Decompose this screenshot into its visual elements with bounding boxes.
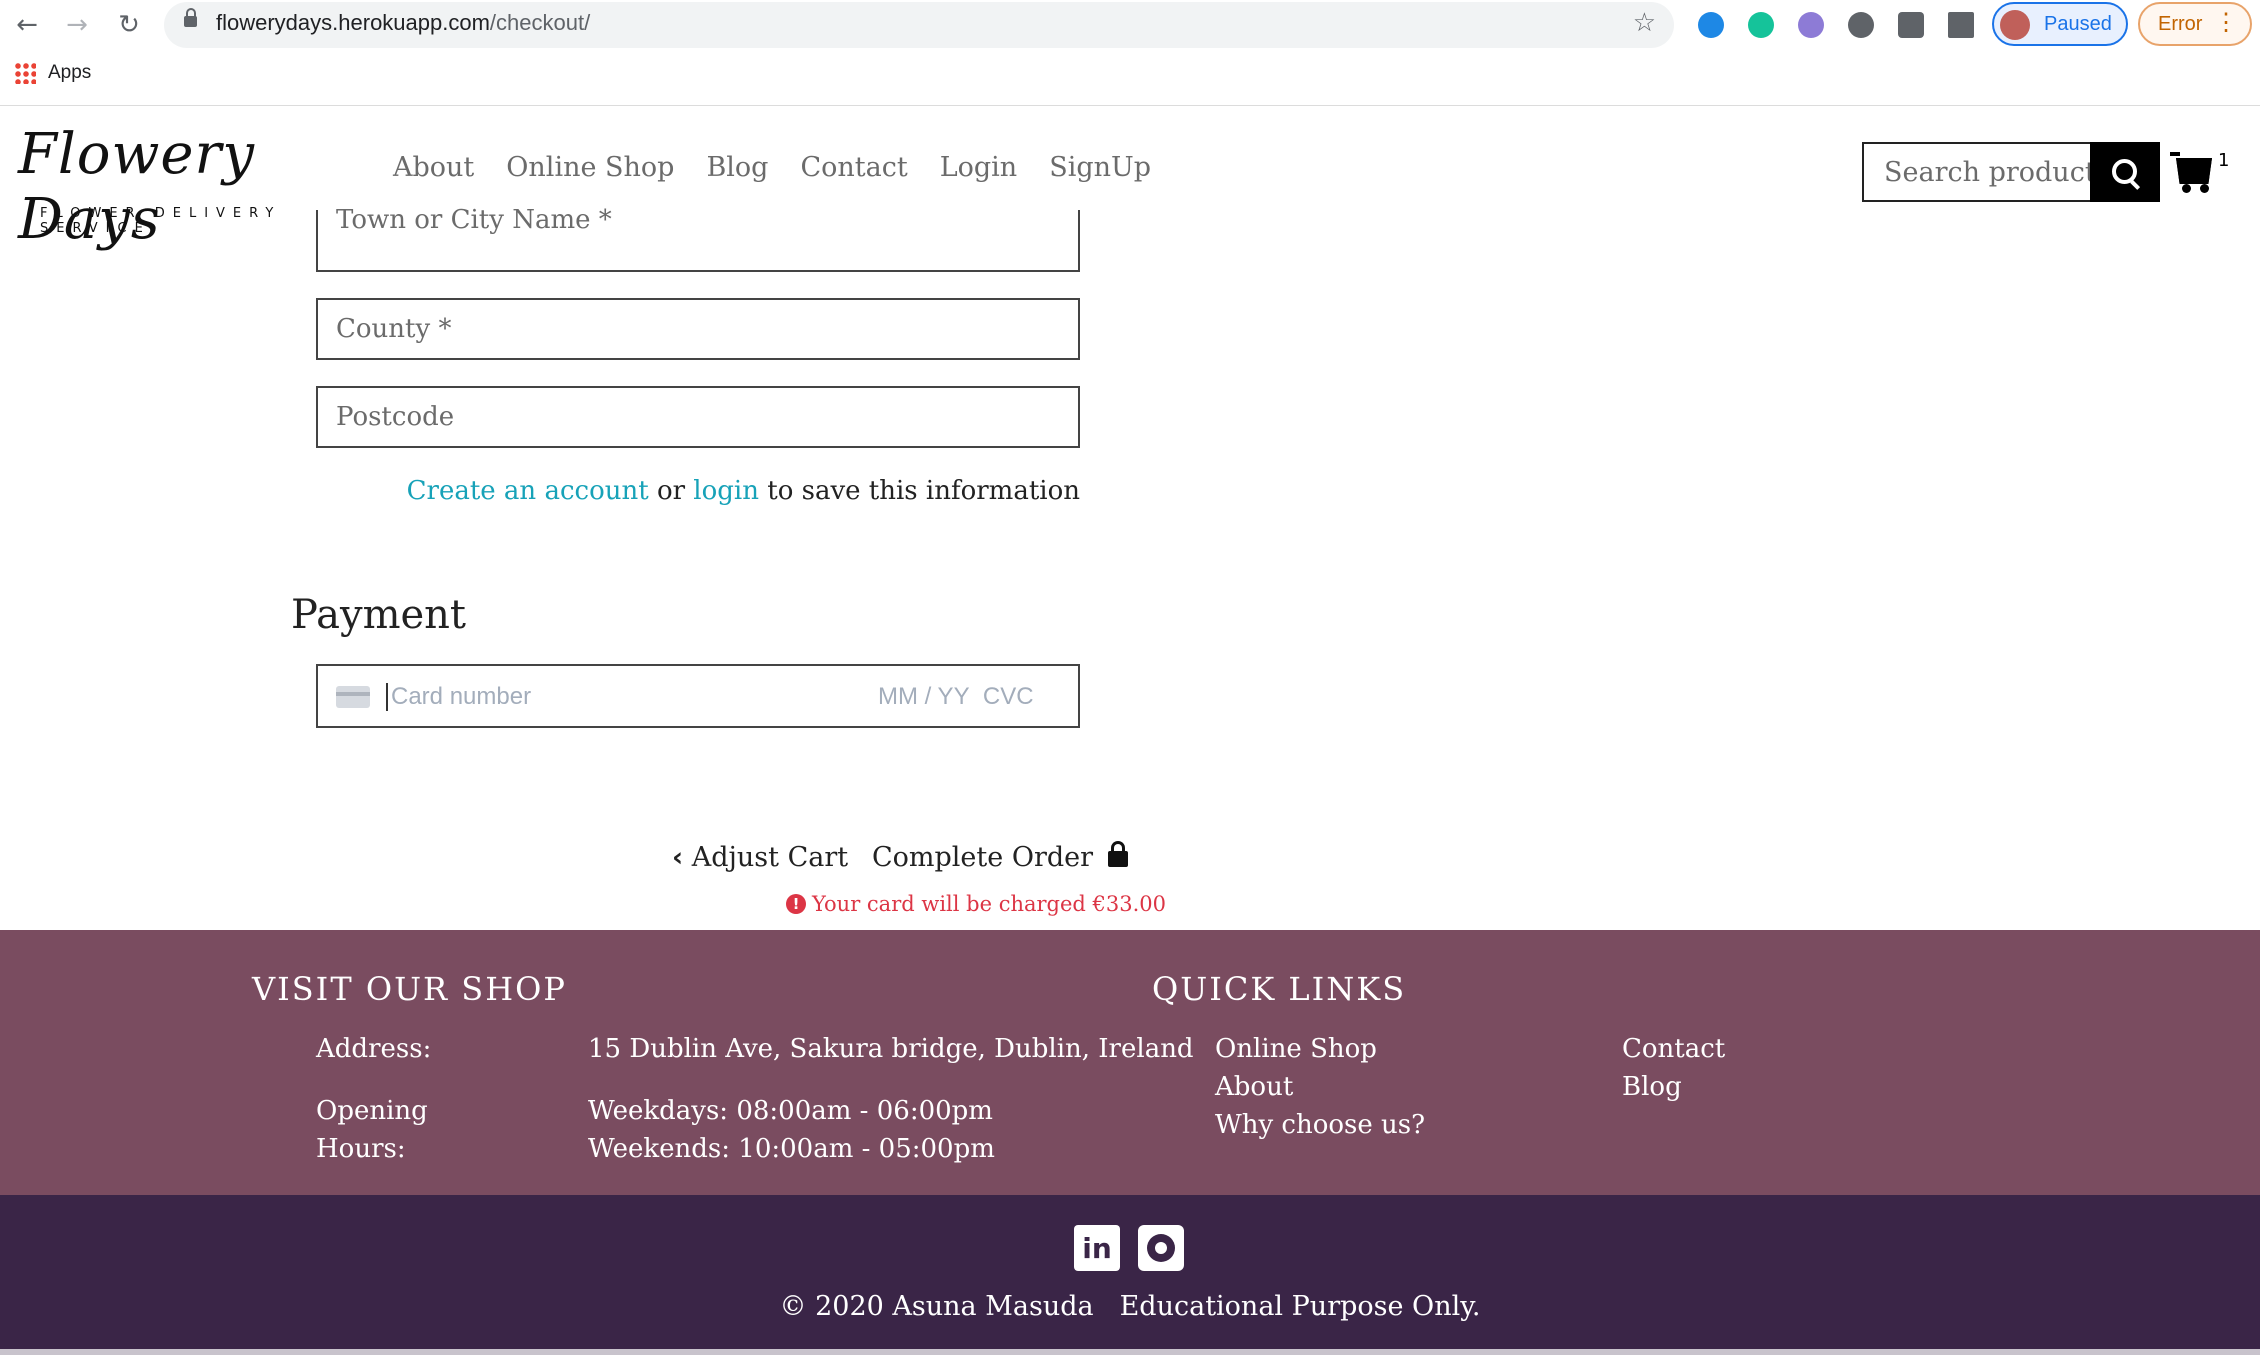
hours-label-1: Opening xyxy=(316,1096,428,1126)
quick-links-heading: QUICK LINKS xyxy=(1152,970,1407,1008)
save-info-line: Create an account or login to save this … xyxy=(316,476,1080,506)
save-or: or xyxy=(656,476,686,506)
reload-icon[interactable]: ↻ xyxy=(112,8,146,42)
footer-bottom: in © 2020 Asuna Masuda Educational Purpos… xyxy=(0,1195,2260,1355)
padlock-icon xyxy=(1107,841,1128,867)
cart-wheel xyxy=(2182,184,2191,193)
back-arrow-icon[interactable]: ← xyxy=(10,8,44,42)
nav-signup[interactable]: SignUp xyxy=(1049,152,1151,183)
main-nav: About Online Shop Blog Contact Login Sig… xyxy=(393,152,1151,183)
search-icon xyxy=(2112,159,2137,184)
hours-weekdays: Weekdays: 08:00am - 06:00pm xyxy=(588,1096,993,1126)
payment-heading: Payment xyxy=(291,592,466,638)
hours-weekends: Weekends: 10:00am - 05:00pm xyxy=(588,1134,995,1164)
url-text[interactable]: flowerydays.herokuapp.com/checkout/ xyxy=(216,10,590,36)
kebab-menu-icon: ⋮ xyxy=(2214,9,2238,36)
error-label: Error xyxy=(2158,13,2203,35)
apps-grid-icon xyxy=(14,62,36,84)
github-icon[interactable] xyxy=(1138,1225,1184,1271)
copyright-line: © 2020 Asuna Masuda Educational Purpose O… xyxy=(0,1291,2260,1322)
cart-wheel xyxy=(2200,184,2209,193)
url-host: flowerydays.herokuapp.com xyxy=(216,10,490,35)
charge-notice: ! Your card will be charged €33.00 xyxy=(786,892,1166,916)
browser-toolbar: ← → ↻ flowerydays.herokuapp.com/checkout… xyxy=(0,0,2260,106)
hours-label-2: Hours: xyxy=(316,1134,406,1164)
footer-link-about[interactable]: About xyxy=(1215,1068,1293,1106)
search-button[interactable] xyxy=(2090,142,2160,202)
nav-about[interactable]: About xyxy=(393,152,474,183)
search-input[interactable] xyxy=(1864,144,2124,200)
save-suffix: to save this information xyxy=(767,476,1080,506)
card-number-placeholder[interactable]: Card number xyxy=(386,683,531,711)
exclamation-circle-icon: ! xyxy=(786,894,806,914)
profile-button[interactable]: Paused xyxy=(1992,2,2128,46)
avatar xyxy=(2000,10,2030,40)
town-field xyxy=(316,190,1080,272)
reading-list-icon[interactable] xyxy=(1948,12,1974,38)
credit-card-icon xyxy=(336,686,370,708)
grammarly-icon[interactable] xyxy=(1748,12,1774,38)
nav-contact[interactable]: Contact xyxy=(800,152,907,183)
lock-icon xyxy=(184,8,197,27)
linkedin-icon[interactable]: in xyxy=(1074,1225,1120,1271)
postcode-field xyxy=(316,386,1080,448)
footer-link-online-shop[interactable]: Online Shop xyxy=(1215,1030,1377,1068)
cvc-placeholder: CVC xyxy=(982,683,1034,710)
login-link[interactable]: login xyxy=(693,476,759,506)
nav-login[interactable]: Login xyxy=(940,152,1018,183)
forward-arrow-icon[interactable]: → xyxy=(60,8,94,42)
cart-handle xyxy=(2170,152,2180,156)
adjust-cart-button[interactable]: ‹ Adjust Cart xyxy=(672,842,848,873)
copyright-text: © 2020 Asuna Masuda xyxy=(779,1291,1094,1322)
visit-heading: VISIT OUR SHOP xyxy=(252,970,567,1008)
complete-order-button[interactable]: Complete Order xyxy=(872,841,1128,873)
footer-top: VISIT OUR SHOP Address: 15 Dublin Ave, S… xyxy=(0,930,2260,1195)
profile-status: Paused xyxy=(2044,13,2112,35)
county-input[interactable] xyxy=(318,300,1078,358)
footer-link-contact[interactable]: Contact xyxy=(1622,1030,1725,1068)
bookmark-apps[interactable]: Apps xyxy=(14,62,91,84)
bookmark-star-icon[interactable]: ☆ xyxy=(1633,8,1656,38)
adjust-cart-label: Adjust Cart xyxy=(691,842,849,873)
page-edge xyxy=(0,1349,2260,1355)
error-button[interactable]: Error ⋮ xyxy=(2138,2,2252,46)
cart-count: 1 xyxy=(2218,150,2230,171)
apps-label: Apps xyxy=(48,62,92,84)
address-bar[interactable]: flowerydays.herokuapp.com/checkout/ ☆ xyxy=(164,2,1674,48)
unicorn-extension-icon[interactable] xyxy=(1798,12,1824,38)
cart-button[interactable]: 1 xyxy=(2170,148,2230,198)
chevron-left-icon: ‹ xyxy=(672,842,684,873)
cart-icon xyxy=(2176,158,2212,184)
charge-text: Your card will be charged €33.00 xyxy=(812,892,1167,916)
extension-hexagon-icon[interactable] xyxy=(1698,12,1724,38)
expiry-placeholder: MM / YY xyxy=(878,683,970,710)
card-element[interactable]: Card number MM / YY CVC xyxy=(316,664,1080,728)
town-input[interactable] xyxy=(318,190,1078,250)
disclaimer-text: Educational Purpose Only. xyxy=(1119,1291,1481,1322)
footer-link-why-choose-us[interactable]: Why choose us? xyxy=(1215,1106,1425,1144)
puzzle-extensions-icon[interactable] xyxy=(1898,12,1924,38)
nav-online-shop[interactable]: Online Shop xyxy=(506,152,674,183)
address-value: 15 Dublin Ave, Sakura bridge, Dublin, Ir… xyxy=(588,1034,1194,1064)
create-account-link[interactable]: Create an account xyxy=(407,476,649,506)
complete-order-label: Complete Order xyxy=(872,842,1094,873)
postcode-input[interactable] xyxy=(318,388,1078,446)
footer-link-blog[interactable]: Blog xyxy=(1622,1068,1682,1106)
card-expiry-cvc[interactable]: MM / YY CVC xyxy=(878,683,1034,711)
county-field xyxy=(316,298,1080,360)
wordpress-icon[interactable] xyxy=(1848,12,1874,38)
nav-blog[interactable]: Blog xyxy=(706,152,768,183)
url-path: /checkout/ xyxy=(489,10,591,35)
address-label: Address: xyxy=(316,1034,432,1064)
